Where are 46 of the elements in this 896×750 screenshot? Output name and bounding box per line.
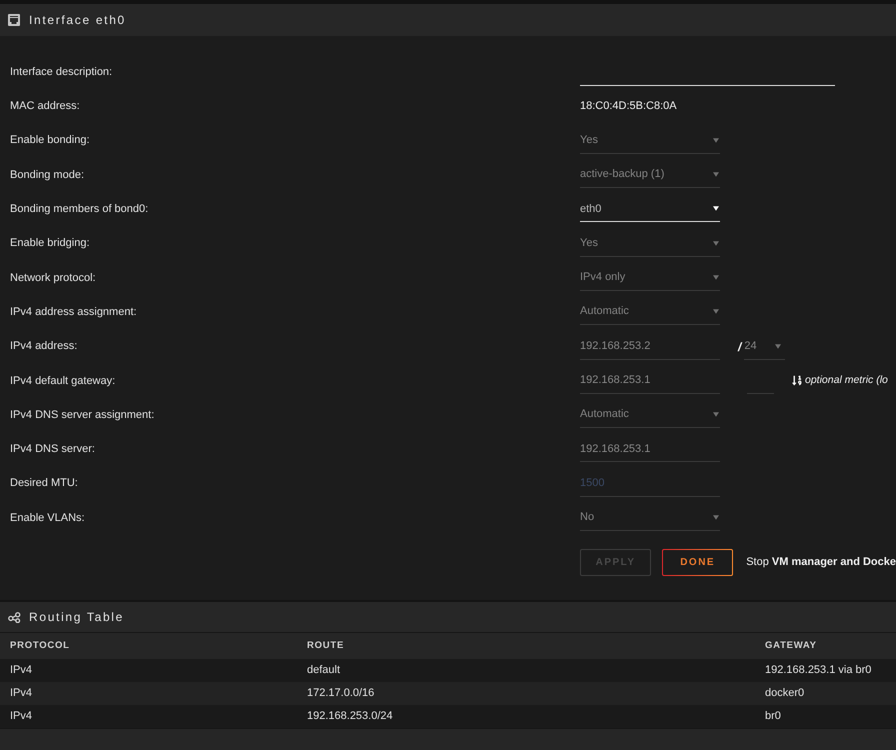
column-header: ROUTE (307, 638, 344, 653)
section-title: Routing Table (29, 609, 124, 626)
table-cell-text: 192.168.253.1 via br0 (765, 663, 872, 678)
field-label: Network protocol: (10, 270, 96, 286)
column-header: PROTOCOL (10, 638, 70, 653)
notice-text: Stop VM manager and Docke (746, 555, 896, 570)
caret-icon (713, 138, 719, 143)
field-label: MAC address: (10, 99, 80, 114)
section-title: Interface eth0 (29, 12, 126, 29)
separator-text: / (738, 338, 742, 356)
table-cell-text: IPv4 (10, 663, 32, 678)
metric-note: optional metric (lo (805, 372, 888, 388)
caret-icon (713, 309, 719, 314)
field-label: Enable bonding: (10, 133, 90, 148)
dropdown[interactable]: eth0 (580, 196, 720, 222)
value-text: 18:C0:4D:5B:C8:0A (580, 99, 677, 114)
done-button[interactable]: DONE (662, 549, 734, 576)
field-label: Enable bridging: (10, 236, 90, 252)
field-label: IPv4 address assignment: (10, 304, 137, 320)
caret-icon (713, 172, 719, 178)
table-cell-text: IPv4 (10, 709, 32, 724)
field-label: Bonding members of bond0: (10, 202, 148, 218)
table-cell-text: 192.168.253.0/24 (307, 709, 393, 724)
field-label: IPv4 default gateway: (10, 374, 116, 389)
field-label: Interface description: (10, 64, 112, 80)
column-header: GATEWAY (765, 638, 817, 653)
field-label: IPv4 DNS server: (10, 442, 95, 458)
table-cell-text: IPv4 (10, 686, 32, 702)
caret-icon (713, 240, 719, 246)
field-label: Desired MTU: (10, 476, 78, 492)
table-cell-text: 172.17.0.0/16 (307, 686, 374, 702)
caret-icon (713, 515, 719, 520)
caret-icon (713, 274, 719, 280)
sort-numeric-icon (792, 375, 802, 386)
nodes-icon (8, 612, 21, 622)
field-label: IPv4 address: (10, 339, 78, 354)
port-icon (8, 14, 20, 26)
table-cell-text: default (307, 663, 340, 678)
table-cell-text: docker0 (765, 686, 804, 702)
caret-icon (775, 344, 782, 349)
caret-icon (713, 412, 719, 418)
table-cell-text: br0 (765, 709, 781, 724)
field-label: Bonding mode: (10, 168, 84, 183)
caret-icon (713, 206, 719, 212)
field-label: IPv4 DNS server assignment: (10, 408, 154, 423)
field-label: Enable VLANs: (10, 510, 85, 526)
